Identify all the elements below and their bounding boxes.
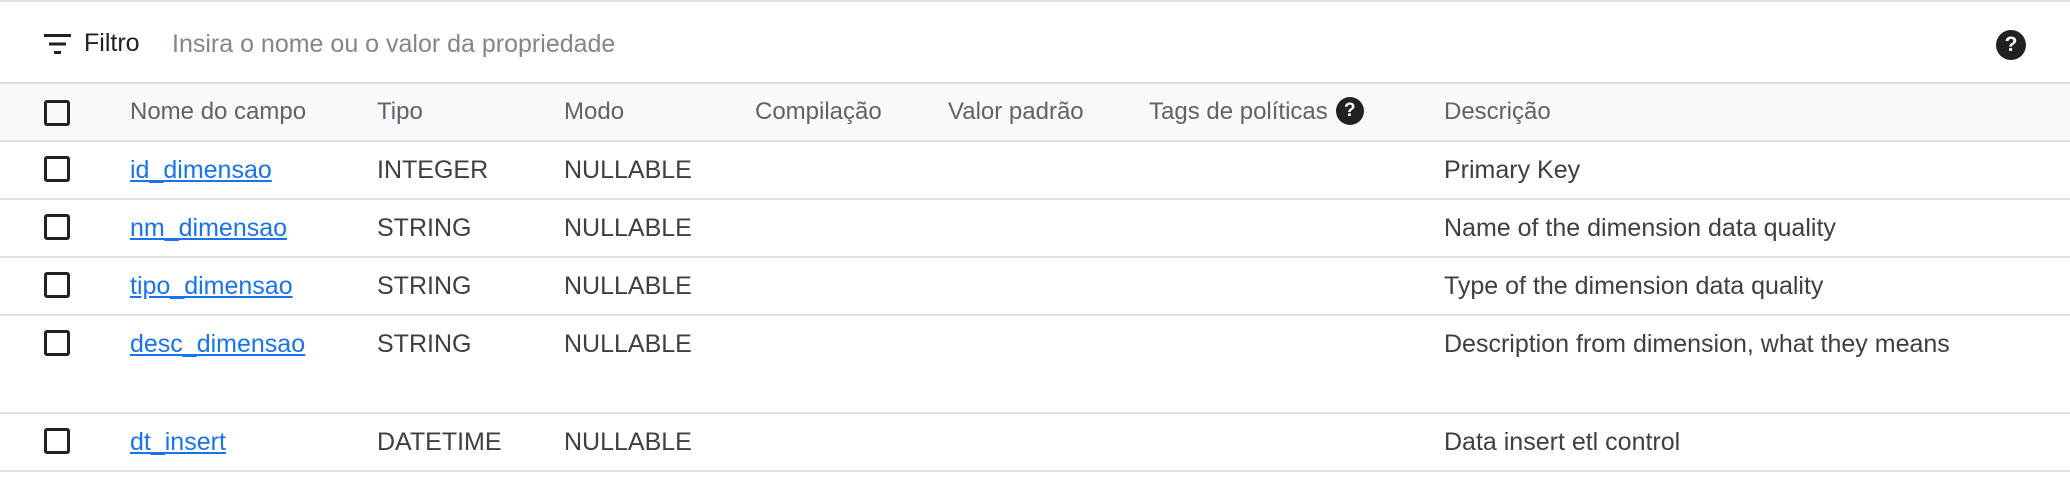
row-checkbox[interactable] bbox=[44, 214, 70, 240]
field-description: Data insert etl control bbox=[1444, 428, 1681, 456]
help-icon[interactable]: ? bbox=[1996, 30, 2026, 60]
field-type: DATETIME bbox=[377, 428, 502, 456]
filter-icon[interactable] bbox=[44, 34, 71, 54]
row-checkbox[interactable] bbox=[44, 156, 70, 182]
table-row: id_dimensao INTEGER NULLABLE Primary Key bbox=[0, 142, 2070, 200]
header-type[interactable]: Tipo bbox=[377, 84, 423, 140]
field-type: INTEGER bbox=[377, 156, 489, 184]
header-default-value[interactable]: Valor padrão bbox=[948, 84, 1084, 140]
field-description: Description from dimension, what they me… bbox=[1444, 330, 1950, 358]
field-name-link[interactable]: id_dimensao bbox=[130, 150, 272, 190]
table-row: dt_insert DATETIME NULLABLE Data insert … bbox=[0, 414, 2070, 472]
header-policy-tags: Tags de políticas? bbox=[1149, 84, 1364, 140]
header-policy-tags-label[interactable]: Tags de políticas bbox=[1149, 98, 1328, 125]
row-checkbox[interactable] bbox=[44, 272, 70, 298]
filter-label[interactable]: Filtro bbox=[84, 26, 140, 60]
field-description: Type of the dimension data quality bbox=[1444, 272, 1824, 300]
select-all-checkbox[interactable] bbox=[44, 100, 70, 126]
field-name-link[interactable]: dt_insert bbox=[130, 422, 226, 462]
table-row: nm_dimensao STRING NULLABLE Name of the … bbox=[0, 200, 2070, 258]
header-collation[interactable]: Compilação bbox=[755, 84, 882, 140]
table-header: Nome do campo Tipo Modo Compilação Valor… bbox=[0, 84, 2070, 142]
field-name-link[interactable]: tipo_dimensao bbox=[130, 266, 293, 306]
field-mode: NULLABLE bbox=[564, 156, 692, 184]
field-mode: NULLABLE bbox=[564, 214, 692, 242]
row-checkbox[interactable] bbox=[44, 428, 70, 454]
field-description: Name of the dimension data quality bbox=[1444, 214, 1836, 242]
header-mode[interactable]: Modo bbox=[564, 84, 624, 140]
policy-tags-help-icon[interactable]: ? bbox=[1335, 96, 1364, 125]
field-type: STRING bbox=[377, 214, 472, 242]
field-description: Primary Key bbox=[1444, 156, 1581, 184]
field-mode: NULLABLE bbox=[564, 428, 692, 456]
table-row: desc_dimensao STRING NULLABLE Descriptio… bbox=[0, 316, 2070, 414]
field-mode: NULLABLE bbox=[564, 272, 692, 300]
table-row: tipo_dimensao STRING NULLABLE Type of th… bbox=[0, 258, 2070, 316]
filter-bar: Filtro ? bbox=[0, 2, 2070, 84]
header-description[interactable]: Descrição bbox=[1444, 84, 1964, 140]
field-name-link[interactable]: nm_dimensao bbox=[130, 208, 287, 248]
row-checkbox[interactable] bbox=[44, 330, 70, 356]
field-type: STRING bbox=[377, 272, 472, 300]
filter-input[interactable] bbox=[170, 22, 1774, 66]
field-name-link[interactable]: desc_dimensao bbox=[130, 324, 305, 364]
field-type: STRING bbox=[377, 330, 472, 358]
field-mode: NULLABLE bbox=[564, 330, 692, 358]
header-field-name[interactable]: Nome do campo bbox=[130, 84, 306, 140]
